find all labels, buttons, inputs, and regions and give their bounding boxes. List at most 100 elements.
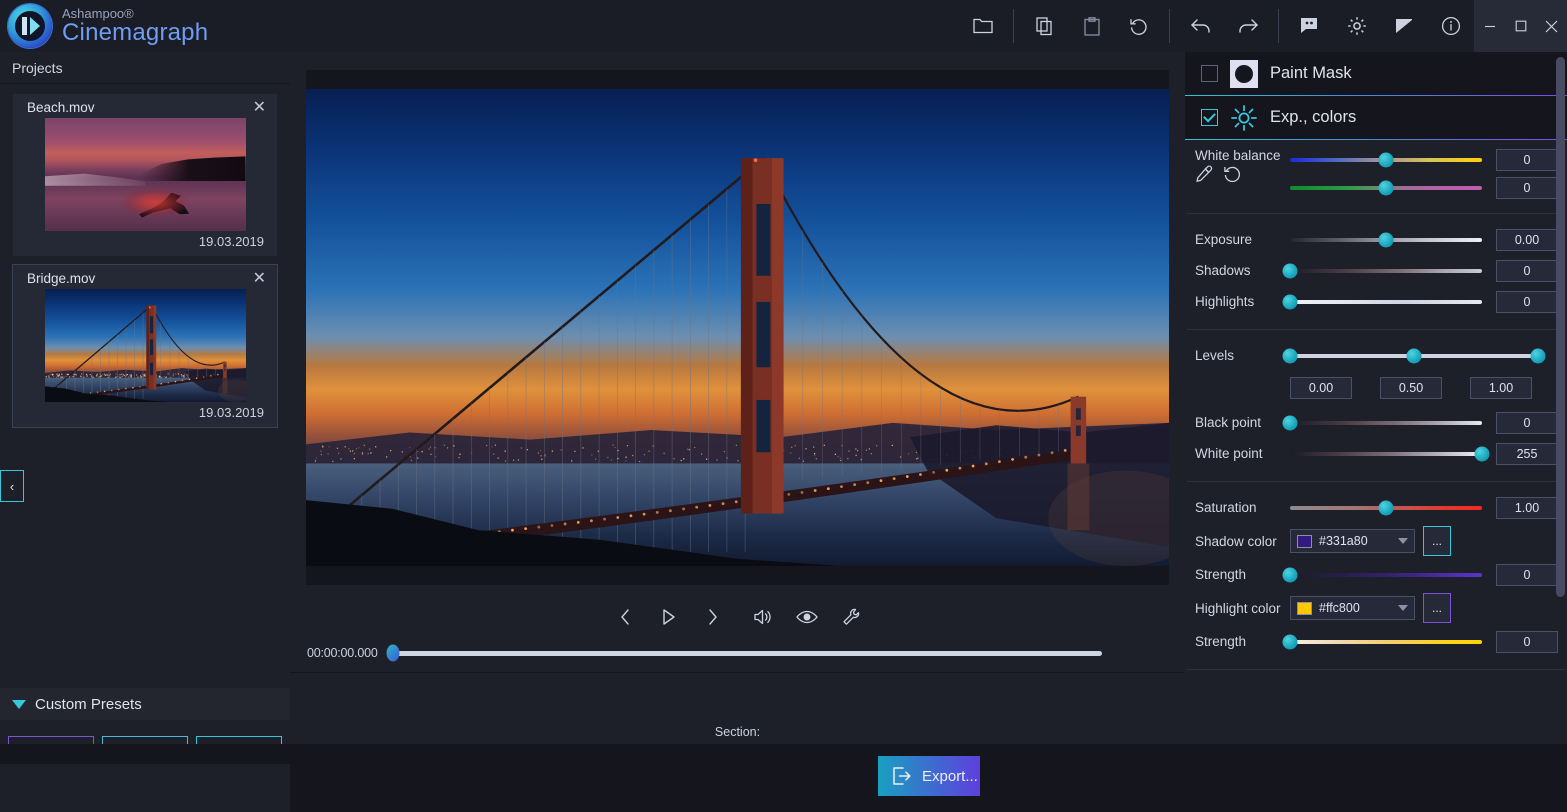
highlight-color-more-button[interactable]: ... (1423, 593, 1451, 623)
list-item[interactable]: Bridge.mov ✕ 19.03.2019 (13, 265, 277, 427)
exposure-slider[interactable] (1290, 238, 1482, 242)
sidebar-bottom-filler (0, 764, 290, 812)
slider-handle[interactable] (1283, 415, 1298, 430)
white-balance-temperature-value[interactable]: 0 (1496, 149, 1558, 171)
white-point-slider[interactable] (1290, 452, 1482, 456)
levels-gamma-value[interactable]: 0.50 (1380, 377, 1442, 399)
timecode-label: 00:00:00.000 (307, 646, 378, 660)
undo-icon[interactable] (1177, 0, 1224, 52)
slider-handle[interactable] (1283, 263, 1298, 278)
white-point-value[interactable]: 255 (1496, 443, 1558, 465)
reset-icon[interactable] (1115, 0, 1162, 52)
levels-gamma-handle[interactable] (1407, 348, 1422, 363)
maximize-button[interactable] (1505, 0, 1536, 52)
toolbar-divider (1278, 9, 1279, 43)
project-thumbnail[interactable] (45, 118, 246, 231)
paint-mask-checkbox[interactable] (1201, 65, 1218, 82)
slider-handle[interactable] (1379, 153, 1394, 168)
levels-white-value[interactable]: 1.00 (1470, 377, 1532, 399)
levels-black-handle[interactable] (1283, 348, 1298, 363)
slider-handle[interactable] (1379, 232, 1394, 247)
project-thumbnail[interactable] (45, 289, 246, 402)
levels-black-value[interactable]: 0.00 (1290, 377, 1352, 399)
highlights-value[interactable]: 0 (1496, 291, 1558, 313)
black-point-value[interactable]: 0 (1496, 412, 1558, 434)
video-preview[interactable] (306, 89, 1169, 566)
tools-wrench-icon[interactable] (837, 603, 865, 631)
close-icon[interactable]: ✕ (250, 100, 269, 116)
saturation-value[interactable]: 1.00 (1496, 497, 1558, 519)
highlight-strength-row: Strength 0 (1185, 626, 1567, 657)
export-arrow-icon (892, 766, 912, 786)
exposure-value[interactable]: 0.00 (1496, 229, 1558, 251)
shadow-strength-slider[interactable] (1290, 573, 1482, 577)
highlight-color-value: #ffc800 (1319, 601, 1391, 615)
theme-icon[interactable] (1380, 0, 1427, 52)
slider-handle[interactable] (1283, 567, 1298, 582)
levels-slider[interactable] (1290, 354, 1538, 358)
saturation-slider[interactable] (1290, 506, 1482, 510)
minimize-button[interactable] (1474, 0, 1505, 52)
sidebar-collapse-button[interactable]: ‹ (0, 470, 24, 502)
paint-mask-section-header[interactable]: Paint Mask (1185, 52, 1567, 95)
title-bar: Ashampoo® Cinemagraph (0, 0, 1567, 52)
saturation-row: Saturation 1.00 (1185, 492, 1567, 523)
slider-handle[interactable] (1379, 500, 1394, 515)
close-icon[interactable]: ✕ (250, 271, 269, 287)
export-button[interactable]: Export... (878, 756, 980, 796)
exp-colors-checkbox[interactable] (1201, 109, 1218, 126)
shadow-color-combobox[interactable]: #331a80 (1290, 529, 1415, 553)
playback-scrubber[interactable] (390, 651, 1102, 656)
effects-controls: White balance (1185, 140, 1567, 670)
preview-eye-icon[interactable] (793, 603, 821, 631)
close-button[interactable] (1536, 0, 1567, 52)
feedback-icon[interactable] (1286, 0, 1333, 52)
previous-frame-icon[interactable] (611, 603, 639, 631)
divider (1187, 669, 1565, 670)
slider-handle[interactable] (1475, 446, 1490, 461)
eyedropper-icon[interactable] (1195, 165, 1213, 188)
levels-white-handle[interactable] (1531, 348, 1546, 363)
custom-presets-header[interactable]: Custom Presets (0, 688, 290, 720)
shadow-color-more-button[interactable]: ... (1423, 526, 1451, 556)
reset-circular-icon[interactable] (1223, 165, 1241, 188)
shadows-value[interactable]: 0 (1496, 260, 1558, 282)
slider-handle[interactable] (1379, 180, 1394, 195)
white-balance-tint-slider[interactable] (1290, 186, 1482, 190)
editor-center: 00:00:00.000 Section: (290, 52, 1185, 744)
highlights-slider[interactable] (1290, 300, 1482, 304)
exposure-section: Exposure 0.00 Shadows 0 Highlights (1185, 214, 1567, 329)
white-balance-tint-value[interactable]: 0 (1496, 177, 1558, 199)
redo-icon[interactable] (1224, 0, 1271, 52)
exp-colors-title: Exp., colors (1270, 108, 1356, 127)
slider-handle[interactable] (1283, 634, 1298, 649)
highlight-strength-slider[interactable] (1290, 640, 1482, 644)
play-icon[interactable] (655, 603, 683, 631)
brightness-sun-icon (1230, 104, 1258, 132)
projects-header: Projects (0, 52, 290, 84)
project-date: 19.03.2019 (21, 234, 269, 249)
next-frame-icon[interactable] (699, 603, 727, 631)
copy-icon[interactable] (1021, 0, 1068, 52)
exp-colors-section-header[interactable]: Exp., colors (1185, 96, 1567, 139)
highlight-color-swatch (1297, 602, 1312, 615)
volume-icon[interactable] (749, 603, 777, 631)
settings-gear-icon[interactable] (1333, 0, 1380, 52)
open-folder-icon[interactable] (959, 0, 1006, 52)
effects-panel-scrollbar[interactable] (1556, 57, 1565, 597)
shadows-slider[interactable] (1290, 269, 1482, 273)
playhead-handle[interactable] (387, 645, 400, 662)
white-balance-temperature-slider[interactable] (1290, 158, 1482, 162)
project-name: Beach.mov (21, 100, 95, 115)
info-icon[interactable] (1427, 0, 1474, 52)
toolbar-divider (1169, 9, 1170, 43)
highlight-color-combobox[interactable]: #ffc800 (1290, 596, 1415, 620)
list-item[interactable]: Beach.mov ✕ 19.03.2019 (13, 94, 277, 256)
paste-icon[interactable] (1068, 0, 1115, 52)
white-point-row: White point 255 (1185, 438, 1567, 469)
chevron-down-icon (1398, 538, 1408, 544)
slider-handle[interactable] (1283, 294, 1298, 309)
shadow-strength-value[interactable]: 0 (1496, 564, 1558, 586)
highlight-strength-value[interactable]: 0 (1496, 631, 1558, 653)
black-point-slider[interactable] (1290, 421, 1482, 425)
